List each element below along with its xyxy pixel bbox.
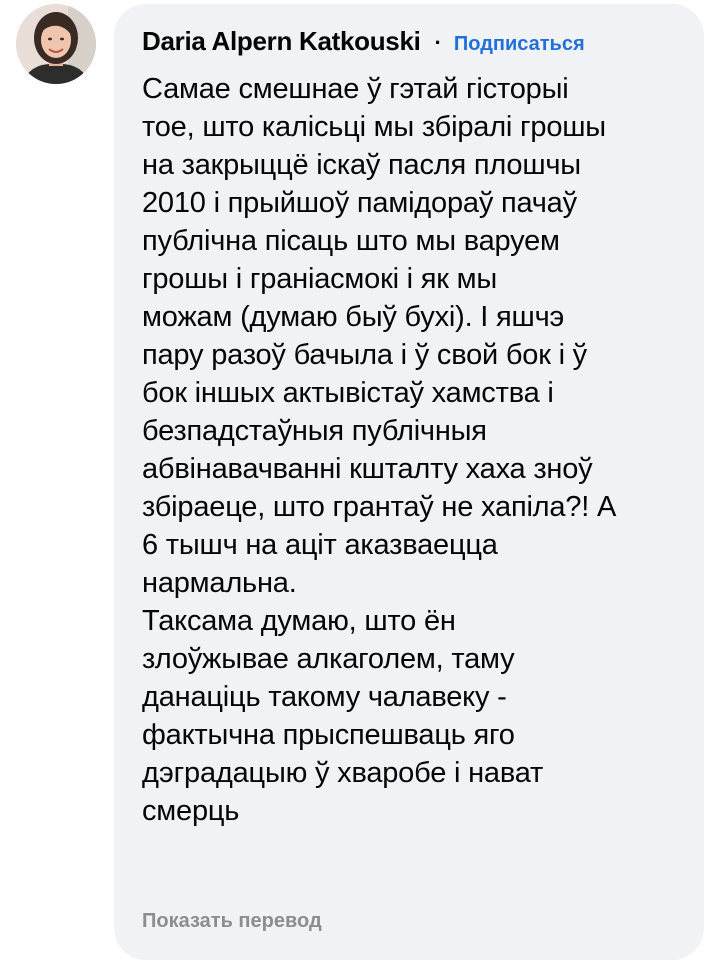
avatar[interactable] <box>16 4 96 84</box>
comment-line: тое, што калісьці мы збіралі грошы <box>142 111 606 143</box>
comment-line: дэградацыю ў хваробе і нават <box>142 757 544 789</box>
comment-line: бок іншых актывістаў хамства і <box>142 377 554 409</box>
subscribe-button[interactable]: Подписаться <box>454 33 585 56</box>
comment-line: Самае смешнае ў гэтай гісторыі <box>142 73 569 105</box>
comment-line: 2010 і прыйшоў памідораў пачаў <box>142 187 577 219</box>
comment-line: смерць <box>142 795 240 827</box>
separator-dot: · <box>434 30 442 55</box>
comment-line: злоўжывае алкаголем, таму <box>142 643 515 675</box>
comment-line: грошы і граніасмокі і як мы <box>142 263 498 295</box>
comment-line: 6 тышч на аціт аказваецца <box>142 529 498 561</box>
comment-line: абвінавачванні кшталту хаха зноў <box>142 453 593 485</box>
comment-header: Daria Alpern Katkouski · Подписаться <box>142 26 678 70</box>
comment-line: пару разоў бачыла і ў свой бок і ў <box>142 339 587 371</box>
show-translation-link[interactable]: Показать перевод <box>142 910 322 933</box>
comment-line: публічна пісаць што мы варуем <box>142 225 560 257</box>
comment-line: збіраеце, што грантаў не хапіла?! А <box>142 491 617 523</box>
comment-line: фактычна прыспешваць яго <box>142 719 515 751</box>
comment-line: на закрыццё іскаў пасля плошчы <box>142 149 581 181</box>
author-name-link[interactable]: Daria Alpern Katkouski <box>142 26 421 57</box>
comment-bubble: Daria Alpern Katkouski · Подписаться Сам… <box>114 4 704 960</box>
avatar-photo-icon <box>16 4 96 84</box>
comment-text: Самае смешнае ў гэтай гісторыі тое, што … <box>142 70 678 830</box>
comment-line: нармальна. <box>142 567 297 599</box>
comment-line: безпадстаўныя публічныя <box>142 415 487 447</box>
comment-line: данаціць такому чалавеку - <box>142 681 507 713</box>
comment-line: можам (думаю быў бухі). І яшчэ <box>142 301 565 333</box>
comment-line: Таксама думаю, што ён <box>142 605 456 637</box>
